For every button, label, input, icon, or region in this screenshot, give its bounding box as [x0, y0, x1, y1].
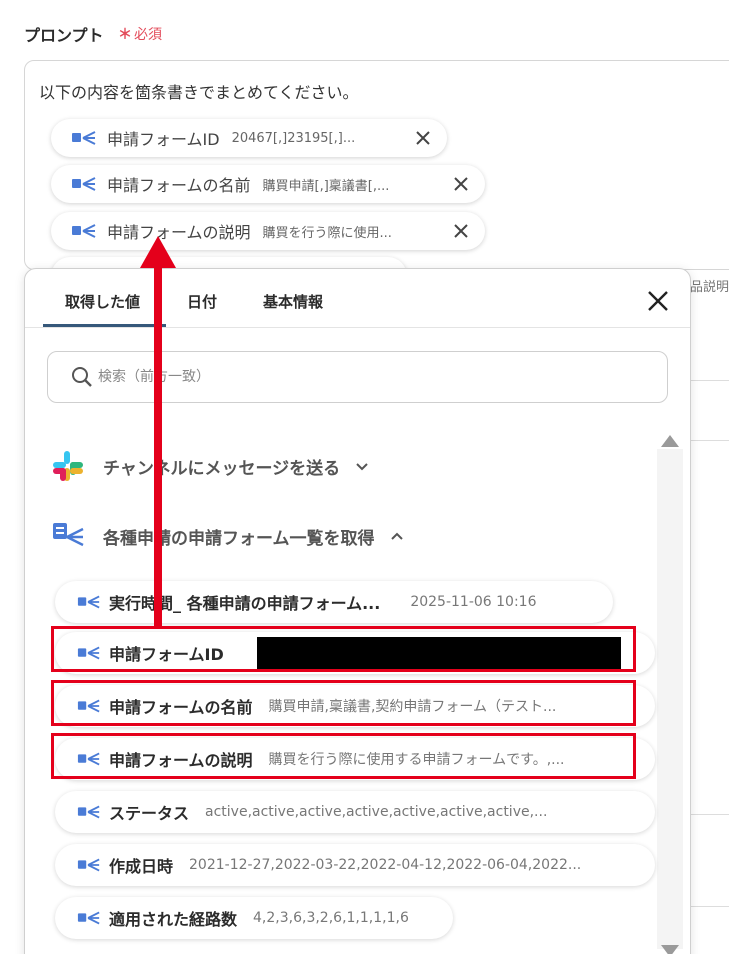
- section-title: 各種申請の申請フォーム一覧を取得: [103, 528, 375, 549]
- value-item-status[interactable]: ステータス active,active,active,active,active…: [55, 791, 655, 833]
- form-variable-icon: [72, 224, 96, 238]
- chip-value: 購買を行う際に使用...: [262, 225, 392, 241]
- background-divider: [691, 440, 729, 441]
- form-variable-icon: [77, 595, 100, 609]
- annotation-arrow-line: [154, 262, 162, 626]
- value-item-created-at[interactable]: 作成日時 2021-12-27,2022-03-22,2022-04-12,20…: [55, 844, 655, 886]
- item-name: ステータス: [109, 804, 190, 823]
- item-value: 2025-11-06 10:16: [410, 594, 537, 610]
- background-divider: [691, 906, 729, 907]
- value-item-execution-time[interactable]: 実行時間_ 各種申請の申請フォーム... 2025-11-06 10:16: [55, 581, 613, 623]
- highlight-box-form-name: [51, 680, 636, 726]
- required-text: 必須: [134, 27, 162, 43]
- item-name: 実行時間_ 各種申請の申請フォーム...: [109, 594, 381, 613]
- chip-value: 20467[,]23195[,]...: [231, 130, 356, 146]
- background-side-text: 品説明: [690, 280, 729, 295]
- tab-date[interactable]: 日付: [187, 291, 217, 312]
- close-icon[interactable]: [646, 289, 670, 313]
- variable-chip-form-description[interactable]: 申請フォームの説明 購買を行う際に使用...: [51, 212, 485, 250]
- highlight-box-form-id: [51, 626, 636, 672]
- section-form-list[interactable]: 各種申請の申請フォーム一覧を取得: [51, 521, 405, 551]
- form-variable-icon: [77, 805, 100, 819]
- scrollbar-track[interactable]: [657, 449, 683, 949]
- chip-name: 申請フォームの名前: [107, 176, 251, 195]
- scroll-down-arrow-icon[interactable]: [661, 945, 679, 954]
- remove-chip-icon[interactable]: [451, 221, 471, 241]
- item-value: 2021-12-27,2022-03-22,2022-04-12,2022-06…: [189, 857, 582, 873]
- tab-divider: [25, 327, 690, 328]
- prompt-text: 以下の内容を箇条書きでまとめてください。: [39, 83, 359, 102]
- form-variable-icon: [77, 911, 100, 925]
- remove-chip-icon[interactable]: [413, 128, 433, 148]
- section-title: チャンネルにメッセージを送る: [103, 458, 341, 479]
- chip-name: 申請フォームID: [107, 130, 220, 149]
- tab-basic-info[interactable]: 基本情報: [263, 291, 323, 312]
- item-name: 適用された経路数: [109, 910, 238, 929]
- background-divider: [691, 380, 729, 381]
- annotation-arrow-head-icon: [140, 236, 176, 268]
- variable-chip-form-id[interactable]: 申請フォームID 20467[,]23195[,]...: [51, 119, 447, 157]
- chip-value: 購買申請[,]稟議書[,...: [262, 178, 390, 194]
- required-star: ＊: [118, 27, 132, 43]
- background-divider: [691, 814, 729, 815]
- chip-name: 申請フォームの説明: [107, 223, 251, 242]
- search-field[interactable]: [47, 351, 668, 403]
- variable-chip-form-name[interactable]: 申請フォームの名前 購買申請[,]稟議書[,...: [51, 165, 485, 203]
- form-app-icon: [53, 523, 84, 547]
- value-item-applied-routes[interactable]: 適用された経路数 4,2,3,6,3,2,6,1,1,1,1,6: [55, 897, 453, 939]
- form-variable-icon: [77, 858, 100, 872]
- form-variable-icon: [72, 177, 96, 191]
- chevron-down-icon[interactable]: [354, 458, 370, 474]
- item-value: 4,2,3,6,3,2,6,1,1,1,1,6: [253, 910, 409, 926]
- tab-retrieved-values[interactable]: 取得した値: [65, 291, 140, 312]
- slack-icon: [53, 451, 83, 481]
- item-name: 作成日時: [109, 857, 174, 876]
- item-value: active,active,active,active,active,activ…: [205, 804, 548, 820]
- section-slack-send-message[interactable]: チャンネルにメッセージを送る: [51, 449, 370, 483]
- remove-chip-icon[interactable]: [451, 174, 471, 194]
- required-badge: ＊必須: [118, 24, 162, 44]
- highlight-box-form-description: [51, 733, 636, 779]
- prompt-field-label: プロンプト: [24, 26, 104, 45]
- search-icon: [72, 367, 92, 387]
- chevron-up-icon[interactable]: [389, 528, 405, 544]
- variable-picker-popup: 取得した値 日付 基本情報 チャンネルにメッセージを送る 各種申請の申請フォー: [24, 268, 691, 954]
- form-variable-icon: [72, 131, 96, 145]
- prompt-textarea[interactable]: 以下の内容を箇条書きでまとめてください。 申請フォームID 20467[,]23…: [24, 60, 729, 270]
- search-input[interactable]: [98, 364, 638, 390]
- scroll-up-arrow-icon[interactable]: [661, 435, 679, 447]
